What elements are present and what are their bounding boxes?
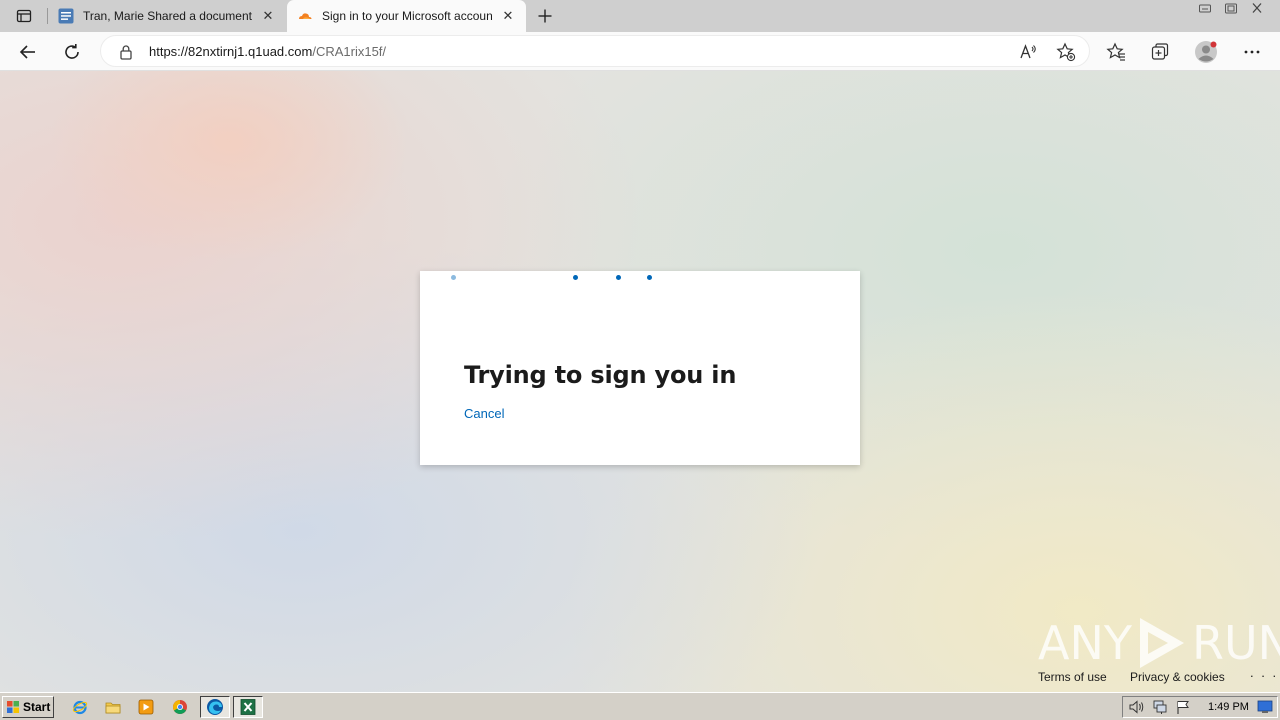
taskbar-edge[interactable] — [200, 696, 230, 718]
chrome-icon — [173, 700, 187, 714]
progress-dot — [647, 275, 652, 280]
taskbar-chrome[interactable] — [171, 698, 189, 716]
tab-shared-document[interactable]: Tran, Marie Shared a document w ✕ — [47, 0, 286, 32]
cloudflare-icon — [299, 13, 312, 19]
favorites-button[interactable] — [1103, 39, 1129, 65]
show-desktop-icon[interactable] — [1257, 700, 1273, 714]
start-label: Start — [23, 700, 51, 714]
taskbar-clock[interactable]: 1:49 PM — [1208, 701, 1249, 713]
restore-icon — [1225, 3, 1237, 14]
tab-actions-icon — [16, 9, 32, 23]
add-favorite-icon[interactable] — [1056, 42, 1076, 62]
new-tab-button[interactable] — [533, 4, 557, 28]
page-content: Trying to sign you in Cancel ANY RUN Ter… — [0, 71, 1280, 692]
taskbar-excel[interactable] — [233, 696, 263, 718]
profile-button[interactable] — [1193, 39, 1219, 65]
windows-logo-icon — [7, 701, 19, 713]
collections-button[interactable] — [1147, 39, 1173, 65]
restore-button[interactable] — [1218, 0, 1244, 16]
window-controls — [1192, 0, 1270, 16]
read-aloud-button[interactable] — [1019, 42, 1039, 62]
read-aloud-icon — [1020, 44, 1036, 59]
close-icon — [1252, 3, 1262, 13]
excel-icon — [240, 699, 256, 715]
action-center-flag-icon[interactable] — [1174, 699, 1192, 715]
back-arrow-icon — [19, 45, 35, 59]
lock-icon[interactable] — [118, 44, 134, 60]
address-bar[interactable]: https://82nxtirnj1.q1uad.com/CRA1rix15f/ — [100, 35, 1090, 67]
browser-toolbar: https://82nxtirnj1.q1uad.com/CRA1rix15f/ — [0, 32, 1280, 71]
media-player-icon — [138, 699, 154, 715]
minimize-icon — [1199, 4, 1211, 13]
system-tray: 1:49 PM — [1122, 696, 1278, 718]
network-icon[interactable] — [1151, 699, 1169, 715]
url-path: /CRA1rix15f/ — [312, 44, 387, 59]
taskbar-explorer[interactable] — [104, 698, 122, 716]
watermark-text-left: ANY — [1038, 616, 1132, 670]
sign-in-card: Trying to sign you in Cancel — [420, 271, 860, 465]
refresh-icon — [65, 44, 79, 59]
back-button[interactable] — [15, 39, 41, 65]
progress-dot — [573, 275, 578, 280]
plus-icon — [538, 9, 552, 23]
tab-sign-in[interactable]: Sign in to your Microsoft accoun ✕ — [287, 0, 526, 32]
close-window-button[interactable] — [1244, 0, 1270, 16]
tab-title: Tran, Marie Shared a document w — [83, 9, 252, 23]
avatar — [1195, 41, 1217, 63]
taskbar: Start 1:49 PM — [0, 692, 1280, 720]
more-footer-button[interactable]: . . . — [1250, 665, 1278, 680]
play-logo-icon — [1139, 618, 1184, 668]
more-options-icon — [1244, 50, 1260, 54]
tab-strip: Tran, Marie Shared a document w ✕ Sign i… — [0, 0, 1280, 32]
progress-dot — [616, 275, 621, 280]
refresh-button[interactable] — [59, 39, 85, 65]
favorites-icon — [1106, 42, 1125, 61]
minimize-button[interactable] — [1192, 0, 1218, 16]
edge-icon — [207, 699, 223, 715]
watermark-text-right: RUN — [1191, 616, 1280, 670]
tab-actions-button[interactable] — [8, 6, 40, 26]
tab-title: Sign in to your Microsoft accoun — [322, 9, 492, 23]
taskbar-ie[interactable] — [71, 698, 89, 716]
privacy-cookies-link[interactable]: Privacy & cookies — [1130, 670, 1225, 684]
progress-dot — [451, 275, 456, 280]
start-button[interactable]: Start — [2, 696, 54, 718]
cancel-link[interactable]: Cancel — [464, 406, 504, 421]
url-host: https://82nxtirnj1.q1uad.com — [149, 44, 313, 59]
address-url[interactable]: https://82nxtirnj1.q1uad.com/CRA1rix15f/ — [149, 44, 386, 59]
page-title: Trying to sign you in — [464, 361, 737, 389]
taskbar-media-player[interactable] — [137, 698, 155, 716]
settings-more-button[interactable] — [1239, 39, 1265, 65]
document-icon — [58, 8, 74, 24]
anyrun-watermark: ANY RUN — [1038, 614, 1280, 672]
tab-close-icon[interactable]: ✕ — [260, 8, 276, 24]
folder-icon — [105, 702, 121, 714]
tab-close-icon[interactable]: ✕ — [500, 8, 516, 24]
terms-of-use-link[interactable]: Terms of use — [1038, 670, 1107, 684]
collections-icon — [1151, 43, 1169, 60]
volume-icon[interactable] — [1128, 699, 1146, 715]
internet-explorer-icon — [72, 700, 88, 715]
